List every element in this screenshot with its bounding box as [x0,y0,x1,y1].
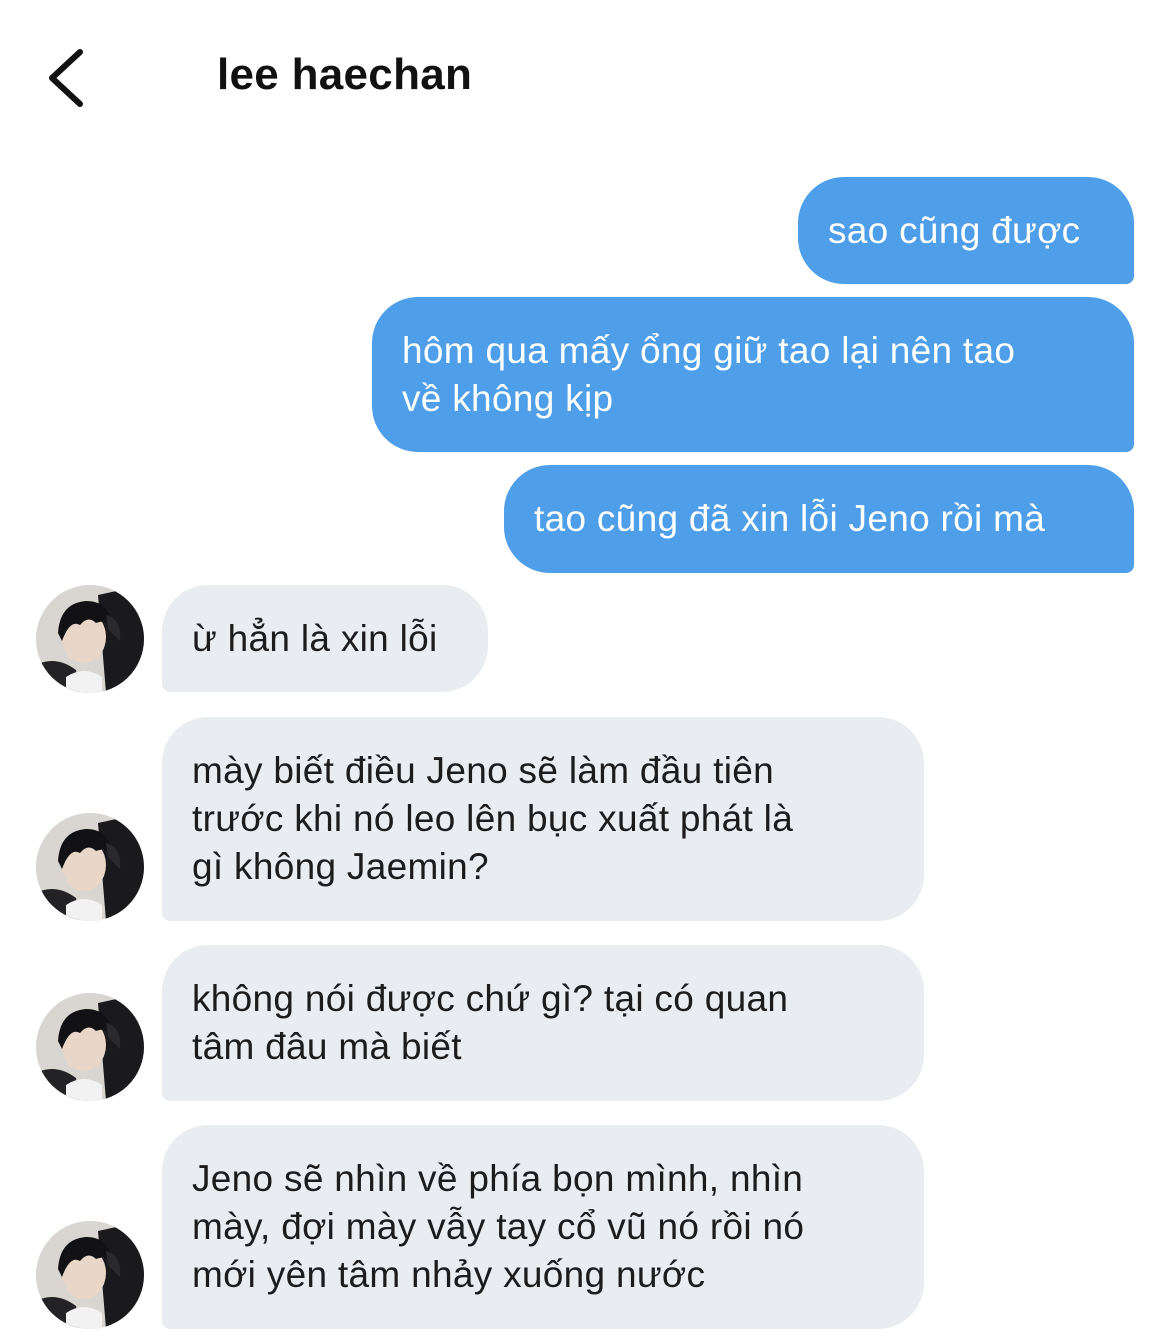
received-message[interactable]: Jeno sẽ nhìn về phía bọn mình, nhìn mày,… [162,1125,924,1329]
avatar-photo-icon [36,1221,144,1329]
message-text: mày biết điều Jeno sẽ làm đầu tiên trước… [192,750,794,887]
avatar[interactable] [36,1221,144,1329]
chevron-left-icon [49,49,83,107]
contact-name: lee haechan [217,50,473,99]
message-text: hôm qua mấy ổng giữ tao lại nên tao về k… [402,329,1016,419]
message-text: Jeno sẽ nhìn về phía bọn mình, nhìn mày,… [192,1158,805,1295]
message-text: sao cũng được [828,209,1081,251]
message-text: tao cũng đã xin lỗi Jeno rồi mà [534,498,1046,539]
sent-message[interactable]: sao cũng được [798,177,1134,284]
avatar[interactable] [36,585,144,693]
received-message[interactable]: không nói được chứ gì? tại có quan tâm đ… [162,945,924,1101]
sent-message[interactable]: tao cũng đã xin lỗi Jeno rồi mà [504,465,1134,573]
avatar[interactable] [36,813,144,921]
avatar[interactable] [36,993,144,1101]
received-message[interactable]: mày biết điều Jeno sẽ làm đầu tiên trước… [162,717,924,921]
avatar-photo-icon [36,993,144,1101]
message-text: ừ hẳn là xin lỗi [192,617,438,659]
chat-header: lee haechan [0,0,1169,150]
received-message[interactable]: ừ hẳn là xin lỗi [162,585,488,692]
avatar-photo-icon [36,813,144,921]
sent-message[interactable]: hôm qua mấy ổng giữ tao lại nên tao về k… [372,297,1134,452]
message-text: không nói được chứ gì? tại có quan tâm đ… [192,978,789,1067]
back-button[interactable] [30,38,100,118]
avatar-photo-icon [36,585,144,693]
